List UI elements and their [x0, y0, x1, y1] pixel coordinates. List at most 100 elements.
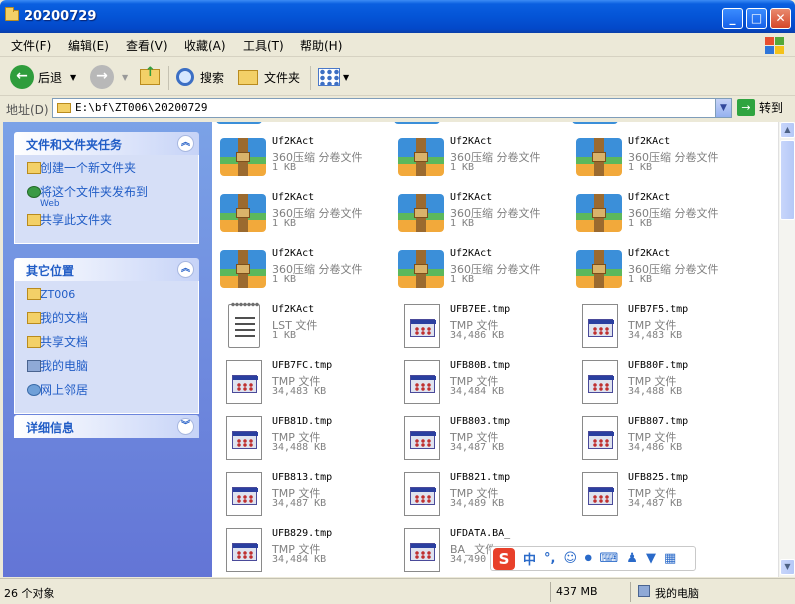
scroll-up-button[interactable]: ▲ — [780, 122, 795, 138]
ime-punctuation[interactable]: °, — [544, 551, 555, 566]
file-size: 34,487 KB — [628, 498, 683, 509]
task-share-folder[interactable]: 共享此文件夹 — [15, 213, 198, 233]
file-size: 1 KB — [450, 274, 475, 285]
file-item[interactable]: Uf2KAct 360压缩 分卷文件 1 KB — [394, 242, 572, 296]
sogou-logo[interactable]: S — [493, 547, 515, 570]
file-size: 34,489 KB — [450, 498, 505, 509]
file-item[interactable]: Uf2KAct 360压缩 分卷文件 1 KB — [216, 186, 394, 240]
file-name: Uf2KAct — [272, 136, 315, 147]
menu-view[interactable]: 查看(V) — [126, 37, 168, 54]
menu-favorites[interactable]: 收藏(A) — [184, 37, 226, 54]
file-item[interactable]: UFB80B.tmp TMP 文件 34,484 KB — [394, 354, 572, 408]
file-item[interactable]: Uf2KAct 360压缩 分卷文件 1 KB — [394, 186, 572, 240]
emoji-icon[interactable]: ☺ — [563, 551, 577, 566]
task-new-folder[interactable]: 创建一个新文件夹 — [15, 161, 198, 181]
search-button[interactable]: 搜索 — [176, 64, 224, 90]
file-item[interactable]: Uf2KAct 360压缩 分卷文件 1 KB — [394, 130, 572, 184]
file-item[interactable]: Uf2KAct 360压缩 分卷文件 1 KB — [572, 186, 750, 240]
folder-icon — [5, 7, 19, 21]
panel-header[interactable]: 其它位置 ︽ — [14, 258, 199, 281]
file-item[interactable]: UFB7FC.tmp TMP 文件 34,483 KB — [216, 354, 394, 408]
file-item[interactable]: UFB7F5.tmp TMP 文件 34,483 KB — [572, 298, 750, 352]
file-name: UFB7EE.tmp — [450, 304, 511, 315]
folders-button[interactable]: 文件夹 — [238, 64, 300, 90]
chevron-down-icon[interactable]: ▼ — [122, 73, 128, 82]
file-item[interactable]: UFB807.tmp TMP 文件 34,486 KB — [572, 410, 750, 464]
vertical-scrollbar[interactable]: ▲ ▼ — [778, 122, 795, 577]
minimize-button[interactable]: _ — [722, 8, 743, 29]
file-list[interactable]: Uf2KAct 360压缩 分卷文件 1 KB Uf2KAct 360压缩 分卷文件 1 … — [212, 122, 778, 577]
address-dropdown[interactable]: ▼ — [715, 99, 731, 117]
menu-file[interactable]: 文件(F) — [11, 37, 51, 54]
back-button[interactable]: ← 后退 ▼ — [10, 64, 76, 90]
ime-language[interactable]: 中 — [523, 549, 536, 568]
status-size: 437 MB — [556, 585, 598, 598]
file-item[interactable]: Uf2KAct LST 文件 1 KB — [216, 298, 394, 352]
up-folder-button[interactable]: ↑ — [140, 64, 160, 90]
chevron-down-icon[interactable]: ▼ — [70, 73, 76, 82]
file-item[interactable]: UFB80F.tmp TMP 文件 34,488 KB — [572, 354, 750, 408]
collapse-icon[interactable]: ︽ — [177, 135, 194, 152]
scroll-down-button[interactable]: ▼ — [780, 559, 795, 575]
file-item[interactable]: Uf2KAct 360压缩 分卷文件 1 KB — [572, 130, 750, 184]
keyboard-icon[interactable]: ⌨ — [600, 551, 619, 566]
file-item[interactable]: UFB803.tmp TMP 文件 34,487 KB — [394, 410, 572, 464]
menu-edit[interactable]: 编辑(E) — [68, 37, 109, 54]
go-button[interactable]: → 转到 — [737, 99, 783, 116]
file-item[interactable]: UFB7EE.tmp TMP 文件 34,486 KB — [394, 298, 572, 352]
toolbar: ← 后退 ▼ → ▼ ↑ 搜索 文件夹 ▼ — [0, 58, 795, 96]
file-item[interactable]: Uf2KAct 360压缩 分卷文件 1 KB — [216, 130, 394, 184]
menu-help[interactable]: 帮助(H) — [300, 37, 342, 54]
ime-toolbar[interactable]: S 中 °, ☺ ⏺ ⌨ ♟ ▼ ▦ — [490, 546, 696, 571]
maximize-button[interactable]: □ — [746, 8, 767, 29]
archive-icon — [398, 190, 444, 236]
file-size: 1 KB — [272, 218, 297, 229]
tmp-file-icon — [398, 414, 444, 460]
user-icon[interactable]: ♟ — [626, 551, 638, 566]
task-publish-web[interactable]: 将这个文件夹发布到 Web — [15, 185, 198, 209]
file-name: UFB81D.tmp — [272, 416, 333, 427]
file-item[interactable]: Uf2KAct 360压缩 分卷文件 1 KB — [572, 242, 750, 296]
file-size: 34,488 KB — [628, 386, 683, 397]
details-panel: 详细信息 ︾ — [14, 415, 199, 438]
views-button[interactable]: ▼ — [318, 64, 349, 90]
panel-header[interactable]: 详细信息 ︾ — [14, 415, 199, 438]
chevron-down-icon[interactable]: ▼ — [343, 73, 349, 82]
forward-button[interactable]: → ▼ — [90, 64, 128, 90]
share-folder-icon — [27, 214, 41, 226]
views-icon — [318, 68, 340, 86]
file-size: 34,486 KB — [628, 442, 683, 453]
file-item[interactable]: UFB813.tmp TMP 文件 34,487 KB — [216, 466, 394, 520]
search-label: 搜索 — [200, 70, 225, 85]
expand-icon[interactable]: ︾ — [177, 418, 194, 435]
tmp-file-icon — [576, 302, 622, 348]
microphone-icon[interactable]: ⏺ — [585, 551, 592, 566]
toolbox-icon[interactable]: ▦ — [664, 551, 676, 566]
scroll-thumb[interactable] — [780, 140, 795, 220]
place-zt006[interactable]: ZT006 — [15, 287, 198, 307]
close-button[interactable]: ✕ — [770, 8, 791, 29]
file-name: UFB80F.tmp — [628, 360, 689, 371]
place-shared-documents[interactable]: 共享文档 — [15, 335, 198, 355]
address-input[interactable]: E:\bf\ZT006\20200729 ▼ — [52, 98, 732, 118]
title-bar[interactable]: 20200729 _ □ ✕ — [0, 0, 795, 33]
panel-header[interactable]: 文件和文件夹任务 ︽ — [14, 132, 199, 155]
collapse-icon[interactable]: ︽ — [177, 261, 194, 278]
file-name: UFB7F5.tmp — [628, 304, 689, 315]
menu-tools[interactable]: 工具(T) — [243, 37, 284, 54]
file-item[interactable]: UFB825.tmp TMP 文件 34,487 KB — [572, 466, 750, 520]
file-item[interactable]: Uf2KAct 360压缩 分卷文件 1 KB — [216, 242, 394, 296]
file-size: 34,483 KB — [272, 386, 327, 397]
file-item[interactable]: UFB829.tmp TMP 文件 34,484 KB — [216, 522, 394, 576]
status-location: 我的电脑 — [655, 587, 699, 600]
place-network[interactable]: 网上邻居 — [15, 383, 198, 403]
place-my-documents[interactable]: 我的文档 — [15, 311, 198, 331]
file-item[interactable]: UFB821.tmp TMP 文件 34,489 KB — [394, 466, 572, 520]
archive-icon — [220, 246, 266, 292]
network-icon — [27, 384, 41, 396]
skin-icon[interactable]: ▼ — [646, 551, 656, 566]
place-my-computer[interactable]: 我的电脑 — [15, 359, 198, 379]
file-item[interactable]: UFB81D.tmp TMP 文件 34,488 KB — [216, 410, 394, 464]
address-value: E:\bf\ZT006\20200729 — [75, 101, 208, 114]
file-name: UFB803.tmp — [450, 416, 511, 427]
